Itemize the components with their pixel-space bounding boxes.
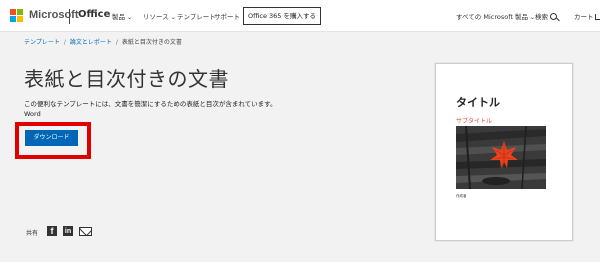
nav-resources-menu[interactable]: リソース ⌄ bbox=[143, 11, 176, 21]
preview-subtitle: サブタイトル bbox=[456, 118, 493, 125]
nav-resources-label: リソース bbox=[143, 13, 169, 21]
nav-divider bbox=[69, 9, 70, 24]
top-navigation: Microsoft Office 製品 ⌄ リソース ⌄ テンプレート サポート O… bbox=[0, 0, 600, 32]
cart-label: カート bbox=[574, 13, 594, 21]
microsoft-brand[interactable]: Microsoft bbox=[29, 9, 79, 21]
breadcrumb-papers-link[interactable]: 論文とレポート bbox=[70, 39, 112, 46]
preview-author: 作成者 bbox=[456, 194, 467, 198]
cart-button[interactable]: カート bbox=[574, 11, 600, 21]
breadcrumb-separator: / bbox=[63, 39, 66, 46]
preview-leaf-photo bbox=[456, 126, 546, 189]
app-name: Word bbox=[24, 110, 41, 118]
chevron-down-icon: ⌄ bbox=[170, 14, 176, 21]
cart-icon bbox=[594, 14, 600, 20]
breadcrumb-current: 表紙と目次付きの文書 bbox=[121, 39, 182, 46]
template-preview[interactable]: タイトル サブタイトル 作成者 bbox=[435, 63, 573, 241]
microsoft-logo-icon[interactable] bbox=[10, 9, 24, 23]
search-icon bbox=[550, 13, 557, 20]
office-product-link[interactable]: Office bbox=[78, 9, 110, 20]
email-icon[interactable] bbox=[79, 227, 92, 236]
breadcrumb: テンプレート / 論文とレポート / 表紙と目次付きの文書 bbox=[24, 37, 182, 46]
buy-office-button[interactable]: Office 365 を購入する bbox=[243, 7, 322, 25]
page-title: 表紙と目次付きの文書 bbox=[24, 67, 229, 91]
all-microsoft-menu[interactable]: すべての Microsoft 製品 ⌄ bbox=[456, 11, 535, 21]
nav-products-label: 製品 bbox=[112, 13, 125, 21]
facebook-icon[interactable]: f bbox=[47, 226, 57, 236]
search-button[interactable]: 検索 bbox=[535, 11, 557, 21]
template-description: この便利なテンプレートには、文書を簡潔にするための表紙と目次が含まれています。 bbox=[24, 100, 277, 108]
nav-support-link[interactable]: サポート bbox=[214, 11, 240, 21]
download-button[interactable]: ダウンロード bbox=[25, 130, 78, 146]
nav-templates-link[interactable]: テンプレート bbox=[177, 11, 216, 21]
search-label: 検索 bbox=[535, 13, 548, 21]
breadcrumb-separator: / bbox=[115, 39, 118, 46]
linkedin-icon[interactable]: in bbox=[63, 226, 73, 236]
all-microsoft-label: すべての Microsoft 製品 bbox=[456, 13, 528, 21]
breadcrumb-templates-link[interactable]: テンプレート bbox=[24, 39, 60, 46]
chevron-down-icon: ⌄ bbox=[127, 14, 133, 21]
preview-title: タイトル bbox=[456, 96, 500, 109]
nav-products-menu[interactable]: 製品 ⌄ bbox=[112, 11, 132, 21]
share-label: 共有 bbox=[26, 230, 39, 237]
